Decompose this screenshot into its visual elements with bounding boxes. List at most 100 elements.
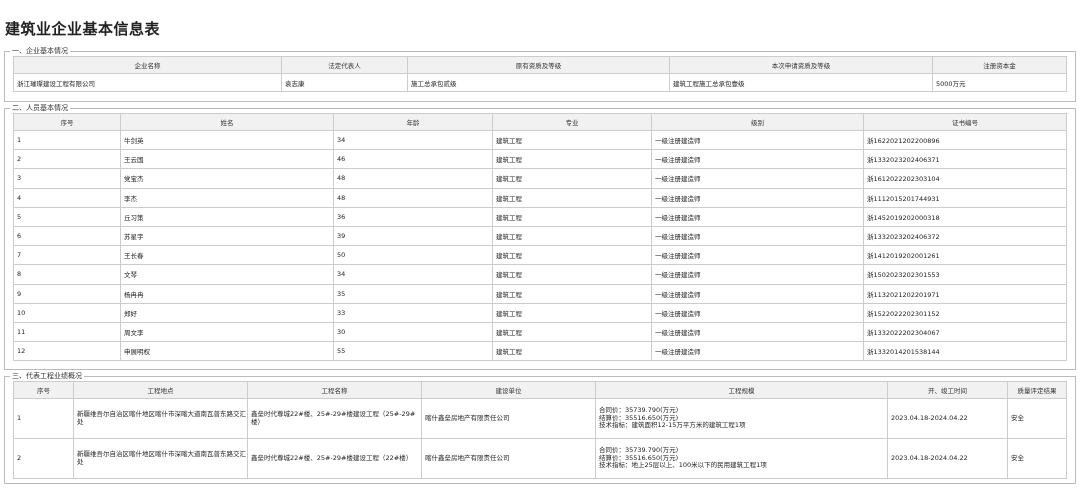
person-major: 建筑工程 (492, 283, 652, 304)
person-name: 牛剑英 (120, 129, 334, 151)
person-no: 3 (13, 168, 121, 189)
table-row: 3 党宝杰 48 建筑工程 一级注册建造师 浙1612022202303104 (13, 168, 1067, 189)
person-name: 王云国 (120, 149, 334, 170)
header-company-name: 企业名称 (13, 56, 282, 74)
table-row: 5 丘习策 36 建筑工程 一级注册建造师 浙1452019202000318 (13, 206, 1067, 227)
person-level: 一级注册建造师 (651, 129, 864, 151)
registered-capital: 5000万元 (932, 73, 1067, 92)
person-level: 一级注册建造师 (651, 245, 864, 266)
applied-qualification: 建筑工程施工总承包壹级 (669, 73, 933, 92)
person-no: 12 (13, 341, 121, 362)
header-original-qualification: 原有资质及等级 (407, 56, 670, 74)
person-name: 文琴 (120, 264, 334, 285)
original-qualification: 施工总承包贰级 (407, 73, 670, 92)
table-row: 8 文琴 34 建筑工程 一级注册建造师 浙1502023202301553 (13, 264, 1067, 285)
person-major: 建筑工程 (492, 341, 652, 362)
person-certificate-no: 浙1502023202301553 (863, 264, 1067, 285)
legal-rep: 袁志康 (281, 73, 408, 92)
person-certificate-no: 浙1112015201744931 (863, 187, 1067, 208)
person-level: 一级注册建造师 (651, 206, 864, 227)
project-name: 鑫垒时代尊城22#楼、25#-29#楼建设工程（22#楼） (247, 438, 422, 479)
table-row: 10 郑好 33 建筑工程 一级注册建造师 浙1522022202301152 (13, 302, 1067, 323)
person-major: 建筑工程 (492, 206, 652, 227)
person-age: 33 (333, 302, 493, 323)
header-location: 工程地点 (73, 381, 248, 399)
header-quality: 质量评定结果 (1007, 381, 1067, 399)
header-no: 序号 (13, 113, 121, 131)
person-no: 6 (13, 225, 121, 247)
header-applied-qualification: 本次申请资质及等级 (669, 56, 933, 74)
person-certificate-no: 浙1452019202000318 (863, 206, 1067, 227)
scale-line: 技术指标：建筑面积12-15万平方米的建筑工程1项 (599, 421, 746, 430)
project-period: 2023.04.18-2024.04.22 (887, 398, 1008, 439)
header-owner: 建设单位 (421, 381, 596, 399)
header-period: 开、竣工时间 (887, 381, 1008, 399)
person-major: 建筑工程 (492, 187, 652, 208)
person-major: 建筑工程 (492, 321, 652, 343)
header-certificate-no: 证书编号 (863, 113, 1067, 131)
page-title: 建筑业企业基本信息表 (5, 20, 161, 38)
header-registered-capital: 注册资本金 (932, 56, 1067, 74)
company-name: 浙江璀璨建设工程有限公司 (13, 73, 282, 92)
table-row: 7 王长春 50 建筑工程 一级注册建造师 浙1412019202001261 (13, 245, 1067, 266)
person-age: 34 (333, 264, 493, 285)
person-name: 郑好 (120, 302, 334, 323)
personnel-section: 二、人员基本情况 序号 姓名 年龄 专业 级别 证书编号 1 牛剑英 34 建筑工程一… (4, 103, 1076, 370)
company-basic-info-section: 一、企业基本情况 企业名称 法定代表人 原有资质及等级 本次申请资质及等级 注册… (4, 46, 1076, 102)
person-name: 王长春 (120, 245, 334, 266)
person-major: 建筑工程 (492, 129, 652, 151)
person-major: 建筑工程 (492, 245, 652, 266)
person-certificate-no: 浙1332022202304067 (863, 321, 1067, 343)
person-level: 一级注册建造师 (651, 225, 864, 247)
section-legend: 一、企业基本情况 (12, 47, 68, 55)
table-row: 4 李杰 48 建筑工程 一级注册建造师 浙1112015201744931 (13, 187, 1067, 208)
section-legend: 三、代表工程业绩概况 (12, 372, 82, 380)
person-no: 5 (13, 206, 121, 227)
project-quality: 安全 (1007, 438, 1067, 479)
project-location: 新疆维吾尔自治区喀什地区喀什市深喀大道南瓦普东路交汇处 (73, 398, 248, 439)
table-row: 2 新疆维吾尔自治区喀什地区喀什市深喀大道南瓦普东路交汇处 鑫垒时代尊城22#楼、2… (13, 438, 1067, 479)
header-level: 级别 (651, 113, 864, 131)
person-name: 杨冉冉 (120, 283, 334, 304)
header-scale: 工程规模 (595, 381, 888, 399)
person-certificate-no: 浙1412019202001261 (863, 245, 1067, 266)
person-level: 一级注册建造师 (651, 302, 864, 323)
project-no: 1 (13, 398, 74, 439)
header-age: 年龄 (333, 113, 493, 131)
person-name: 苏星宇 (120, 225, 334, 247)
table-header-row: 序号 工程地点 工程名称 建设单位 工程规模 开、竣工时间 质量评定结果 (13, 381, 1067, 399)
table-row: 1 牛剑英 34 建筑工程 一级注册建造师 浙1622021202200896 (13, 129, 1067, 151)
person-age: 55 (333, 341, 493, 362)
project-period: 2023.04.18-2024.04.22 (887, 438, 1008, 479)
table-row: 11 周文李 30 建筑工程 一级注册建造师 浙1332022202304067 (13, 321, 1067, 343)
person-major: 建筑工程 (492, 225, 652, 247)
person-name: 李杰 (120, 187, 334, 208)
section-legend: 二、人员基本情况 (12, 104, 68, 112)
person-level: 一级注册建造师 (651, 341, 864, 362)
person-certificate-no: 浙1332023202406372 (863, 225, 1067, 247)
person-no: 1 (13, 129, 121, 151)
project-owner: 喀什鑫垒房地产有限责任公司 (421, 438, 596, 479)
table-row: 6 苏星宇 39 建筑工程 一级注册建造师 浙1332023202406372 (13, 225, 1067, 247)
table-row: 2 王云国 46 建筑工程 一级注册建造师 浙1332023202406371 (13, 149, 1067, 170)
projects-table: 序号 工程地点 工程名称 建设单位 工程规模 开、竣工时间 质量评定结果 1 新疆… (13, 381, 1067, 479)
person-name: 丘习策 (120, 206, 334, 227)
person-no: 7 (13, 245, 121, 266)
person-no: 8 (13, 264, 121, 285)
person-major: 建筑工程 (492, 168, 652, 189)
person-age: 48 (333, 187, 493, 208)
person-certificate-no: 浙1132021202201971 (863, 283, 1067, 304)
person-age: 34 (333, 129, 493, 151)
project-no: 2 (13, 438, 74, 479)
person-level: 一级注册建造师 (651, 149, 864, 170)
person-age: 35 (333, 283, 493, 304)
person-certificate-no: 浙1332014201538144 (863, 341, 1067, 362)
scale-line: 技术指标：地上25层以上、100米以下的民用建筑工程1项 (599, 461, 767, 470)
table-row: 1 新疆维吾尔自治区喀什地区喀什市深喀大道南瓦普东路交汇处 鑫垒时代尊城22#楼、2… (13, 398, 1067, 439)
table-row: 12 申展明权 55 建筑工程 一级注册建造师 浙1332014201538144 (13, 341, 1067, 362)
person-name: 党宝杰 (120, 168, 334, 189)
table-header-row: 企业名称 法定代表人 原有资质及等级 本次申请资质及等级 注册资本金 (13, 56, 1067, 74)
person-major: 建筑工程 (492, 264, 652, 285)
person-level: 一级注册建造师 (651, 187, 864, 208)
company-info-table: 企业名称 法定代表人 原有资质及等级 本次申请资质及等级 注册资本金 浙江璀璨建… (13, 56, 1067, 92)
